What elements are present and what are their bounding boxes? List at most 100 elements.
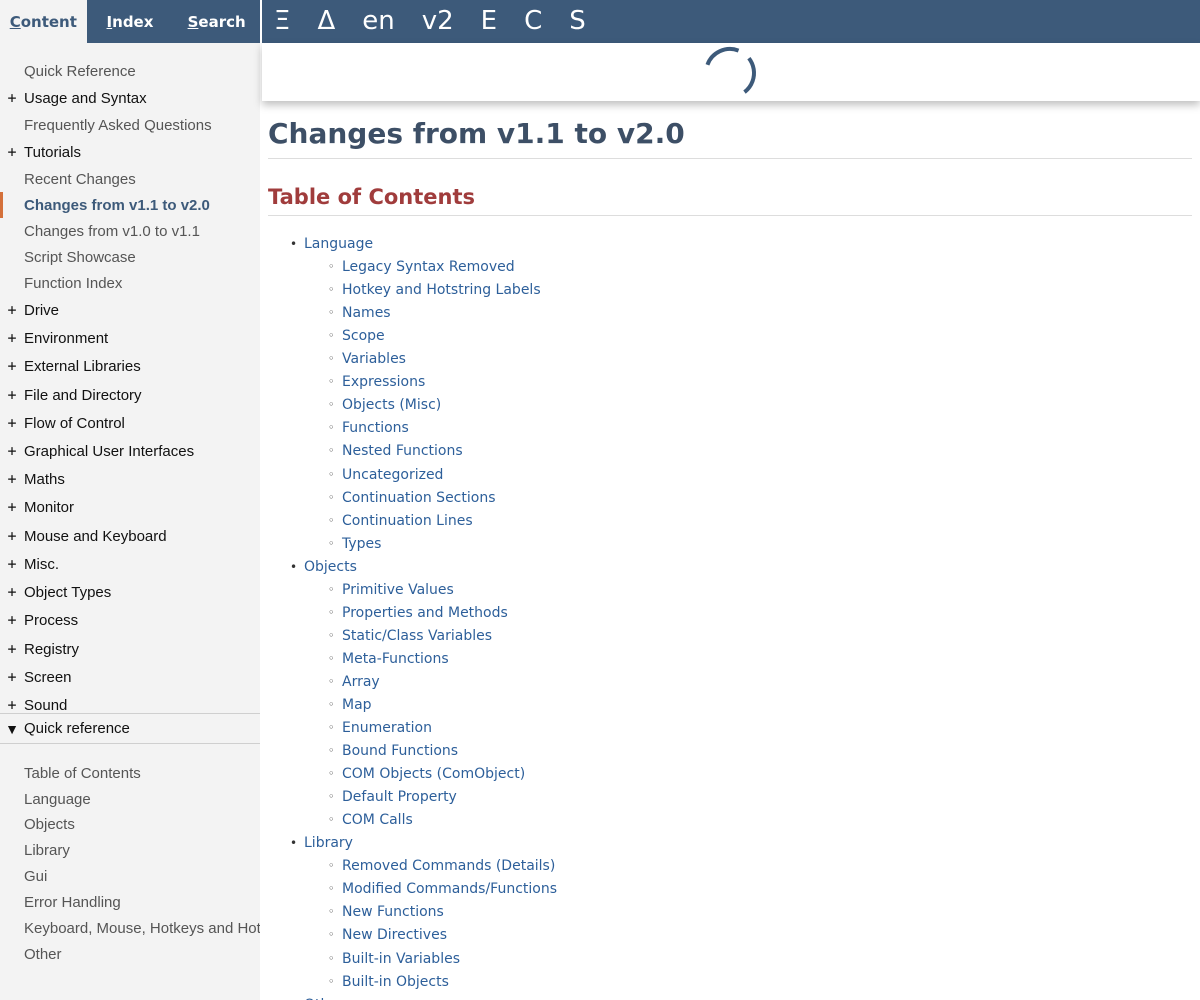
toc-subsection-link[interactable]: Continuation Lines (342, 513, 473, 529)
sidebar-item[interactable]: Script Showcase (0, 244, 260, 270)
toc-subsection: ◦ Continuation Sections (328, 486, 496, 509)
pane-tabs: Content Index Search (0, 0, 260, 43)
circle-bullet-icon: ◦ (328, 398, 335, 411)
quick-reference-item[interactable]: Gui (24, 863, 260, 889)
toc-subsection: ◦ Variables (328, 347, 406, 370)
sidebar-item[interactable]: + Registry (0, 636, 260, 662)
toc-subsection-link[interactable]: Default Property (342, 789, 457, 805)
language-button[interactable]: en (362, 0, 394, 43)
toc-subsection-link[interactable]: Scope (342, 328, 385, 344)
circle-bullet-icon: ◦ (328, 952, 335, 965)
toc-subsection-link[interactable]: COM Calls (342, 812, 413, 828)
toc-subsection-link[interactable]: Primitive Values (342, 582, 454, 598)
expand-plus-icon: + (7, 386, 17, 404)
circle-bullet-icon: ◦ (328, 675, 335, 688)
toc-subsection-link[interactable]: Variables (342, 351, 406, 367)
toc-subsection: ◦ Functions (328, 416, 409, 439)
toc-subsection-link[interactable]: Static/Class Variables (342, 628, 492, 644)
circle-bullet-icon: ◦ (328, 283, 335, 296)
collapse-button[interactable]: C (524, 0, 542, 43)
quick-reference-item[interactable]: Table of Contents (24, 760, 260, 786)
quick-reference-item[interactable]: Language (24, 786, 260, 812)
toc-subsection-link[interactable]: New Directives (342, 927, 447, 943)
toc-subsection-link[interactable]: Map (342, 697, 372, 713)
quick-reference-item[interactable]: Keyboard, Mouse, Hotkeys and Hotstrings (24, 915, 260, 941)
toc-subsection-link[interactable]: Hotkey and Hotstring Labels (342, 282, 541, 298)
toc-subsection-link[interactable]: COM Objects (ComObject) (342, 766, 525, 782)
sidebar-item[interactable]: Frequently Asked Questions (0, 112, 260, 138)
quick-reference-item[interactable]: Library (24, 837, 260, 863)
sidebar-item[interactable]: + Usage and Syntax (0, 85, 260, 111)
expand-plus-icon: + (7, 668, 17, 686)
sidebar-item[interactable]: Function Index (0, 270, 260, 296)
toc-subsection: ◦ Enumeration (328, 716, 432, 739)
quick-reference-toggle[interactable]: ▼ Quick reference (0, 713, 260, 744)
sidebar-item[interactable]: + Monitor (0, 494, 260, 520)
sidebar-toggle-button[interactable]: Ξ (274, 0, 290, 43)
sidebar-item[interactable]: + Graphical User Interfaces (0, 438, 260, 464)
sidebar-item[interactable]: + File and Directory (0, 382, 260, 408)
toc-section-link[interactable]: Language (304, 236, 373, 252)
toc-subsection-link[interactable]: Expressions (342, 374, 425, 390)
quick-reference-item[interactable]: Objects (24, 811, 260, 837)
circle-bullet-icon: ◦ (328, 583, 335, 596)
toc-subsection-link[interactable]: Types (342, 536, 381, 552)
main-content: Changes from v1.1 to v2.0 Table of Conte… (262, 101, 1200, 1000)
scroll-button[interactable]: S (569, 0, 586, 43)
toc-subsection-link[interactable]: Objects (Misc) (342, 397, 441, 413)
sidebar-item[interactable]: + Screen (0, 664, 260, 690)
sidebar-item[interactable]: + Flow of Control (0, 410, 260, 436)
sidebar-item[interactable]: + Environment (0, 325, 260, 351)
sidebar-item[interactable]: Changes from v1.0 to v1.1 (0, 218, 260, 244)
quick-reference-item[interactable]: Other (24, 941, 260, 967)
circle-bullet-icon: ◦ (328, 721, 335, 734)
toc-subsection-link[interactable]: Modified Commands/Functions (342, 881, 557, 897)
toc-section-link[interactable]: Objects (304, 559, 357, 575)
toc-subsection-link[interactable]: Uncategorized (342, 467, 443, 483)
tab-content[interactable]: Content (0, 0, 87, 43)
toc-subsection-link[interactable]: Functions (342, 420, 409, 436)
toc-subsection-link[interactable]: Nested Functions (342, 443, 463, 459)
toc-subsection: ◦ COM Calls (328, 808, 413, 831)
toc-subsection-link[interactable]: Legacy Syntax Removed (342, 259, 515, 275)
quick-reference-item[interactable]: Error Handling (24, 889, 260, 915)
tab-label: earch (198, 12, 246, 31)
sidebar-item-label: Flow of Control (24, 414, 125, 432)
circle-bullet-icon: ◦ (328, 306, 335, 319)
sidebar-item[interactable]: Quick Reference (0, 58, 260, 84)
toc-subsection-link[interactable]: Enumeration (342, 720, 432, 736)
toc-subsection-link[interactable]: Meta-Functions (342, 651, 449, 667)
toc-subsection-link[interactable]: Built-in Variables (342, 951, 460, 967)
toc-subsection-link[interactable]: Properties and Methods (342, 605, 508, 621)
toc-subsection-link[interactable]: New Functions (342, 904, 444, 920)
sidebar-item[interactable]: + Object Types (0, 579, 260, 605)
toc-section-link[interactable]: Library (304, 835, 353, 851)
toc-subsection: ◦ Removed Commands (Details) (328, 854, 555, 877)
sidebar-item[interactable]: Changes from v1.1 to v2.0 (0, 192, 260, 218)
tab-search[interactable]: Search (173, 0, 260, 43)
edit-button[interactable]: E (481, 0, 497, 43)
toc-subsection-link[interactable]: Removed Commands (Details) (342, 858, 555, 874)
settings-button[interactable]: Δ (317, 0, 335, 43)
toc-subsection-link[interactable]: Array (342, 674, 380, 690)
circle-bullet-icon: ◦ (328, 260, 335, 273)
sidebar-item[interactable]: + External Libraries (0, 353, 260, 379)
sidebar-item[interactable]: + Sound (0, 692, 260, 713)
sidebar-item[interactable]: + Misc. (0, 551, 260, 577)
toc-subsection-link[interactable]: Built-in Objects (342, 974, 449, 990)
toc-subsection-link[interactable]: Names (342, 305, 391, 321)
tab-index[interactable]: Index (87, 0, 174, 43)
sidebar-item[interactable]: + Process (0, 607, 260, 633)
toc-subsection-link[interactable]: Bound Functions (342, 743, 458, 759)
sidebar-item[interactable]: Recent Changes (0, 166, 260, 192)
sidebar-item-label: Changes from v1.0 to v1.1 (24, 222, 200, 240)
toc-subsection-link[interactable]: Continuation Sections (342, 490, 496, 506)
expand-plus-icon: + (7, 143, 17, 161)
sidebar-item[interactable]: + Maths (0, 466, 260, 492)
sidebar-toc[interactable]: Quick Reference + Usage and Syntax Frequent… (0, 58, 260, 713)
version-button[interactable]: v2 (422, 0, 454, 43)
sidebar-item[interactable]: + Mouse and Keyboard (0, 523, 260, 549)
toc-section-link[interactable]: Other (304, 997, 344, 1000)
sidebar-item[interactable]: + Drive (0, 297, 260, 323)
sidebar-item[interactable]: + Tutorials (0, 139, 260, 165)
